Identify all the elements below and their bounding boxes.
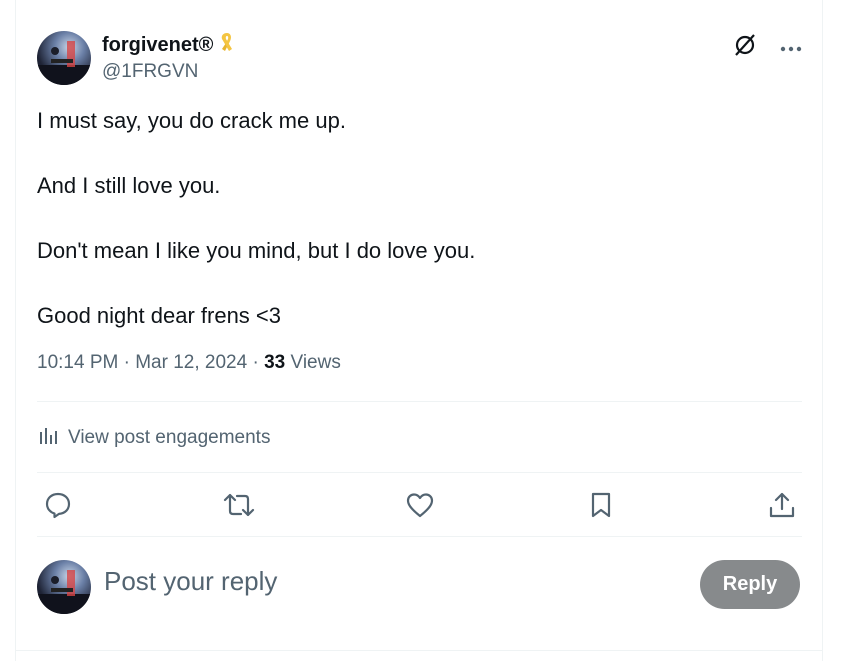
reply-input[interactable]: Post your reply (104, 566, 277, 597)
author-name[interactable]: forgivenet® (102, 34, 213, 57)
like-icon[interactable] (403, 488, 437, 522)
post-body: I must say, you do crack me up. And I st… (37, 105, 797, 365)
grok-icon[interactable] (732, 32, 758, 63)
more-icon[interactable] (780, 39, 802, 57)
divider (37, 401, 802, 402)
meta-separator: · (252, 352, 259, 373)
post-line: Don't mean I like you mind, but I do lov… (37, 238, 476, 263)
view-engagements-link[interactable]: View post engagements (38, 424, 270, 452)
bookmark-icon[interactable] (584, 488, 618, 522)
divider (37, 536, 802, 537)
share-icon[interactable] (765, 488, 799, 522)
action-bar (0, 488, 850, 522)
author-handle[interactable]: @1FRGVN (102, 61, 198, 83)
post-line: I must say, you do crack me up. (37, 108, 346, 133)
post-date[interactable]: Mar 12, 2024 (135, 352, 247, 373)
post-time[interactable]: 10:14 PM (37, 352, 118, 373)
divider (37, 472, 802, 473)
author-avatar[interactable] (37, 31, 91, 85)
divider (15, 650, 823, 651)
views-count: 33 (264, 352, 286, 373)
author-name-row: forgivenet® (102, 31, 237, 60)
post-header-actions (732, 32, 802, 63)
engagements-label: View post engagements (68, 427, 271, 448)
analytics-icon (38, 424, 60, 452)
post-meta: 10:14 PM · Mar 12, 2024 · 33 Views (37, 352, 341, 374)
ribbon-icon (217, 31, 237, 60)
repost-icon[interactable] (222, 488, 256, 522)
reply-button[interactable]: Reply (700, 560, 800, 609)
views-label: Views (290, 352, 341, 373)
user-avatar[interactable] (37, 560, 91, 614)
meta-separator: · (123, 352, 130, 373)
reply-icon[interactable] (41, 488, 75, 522)
post-line: Good night dear frens <3 (37, 303, 281, 328)
post-line: And I still love you. (37, 173, 221, 198)
